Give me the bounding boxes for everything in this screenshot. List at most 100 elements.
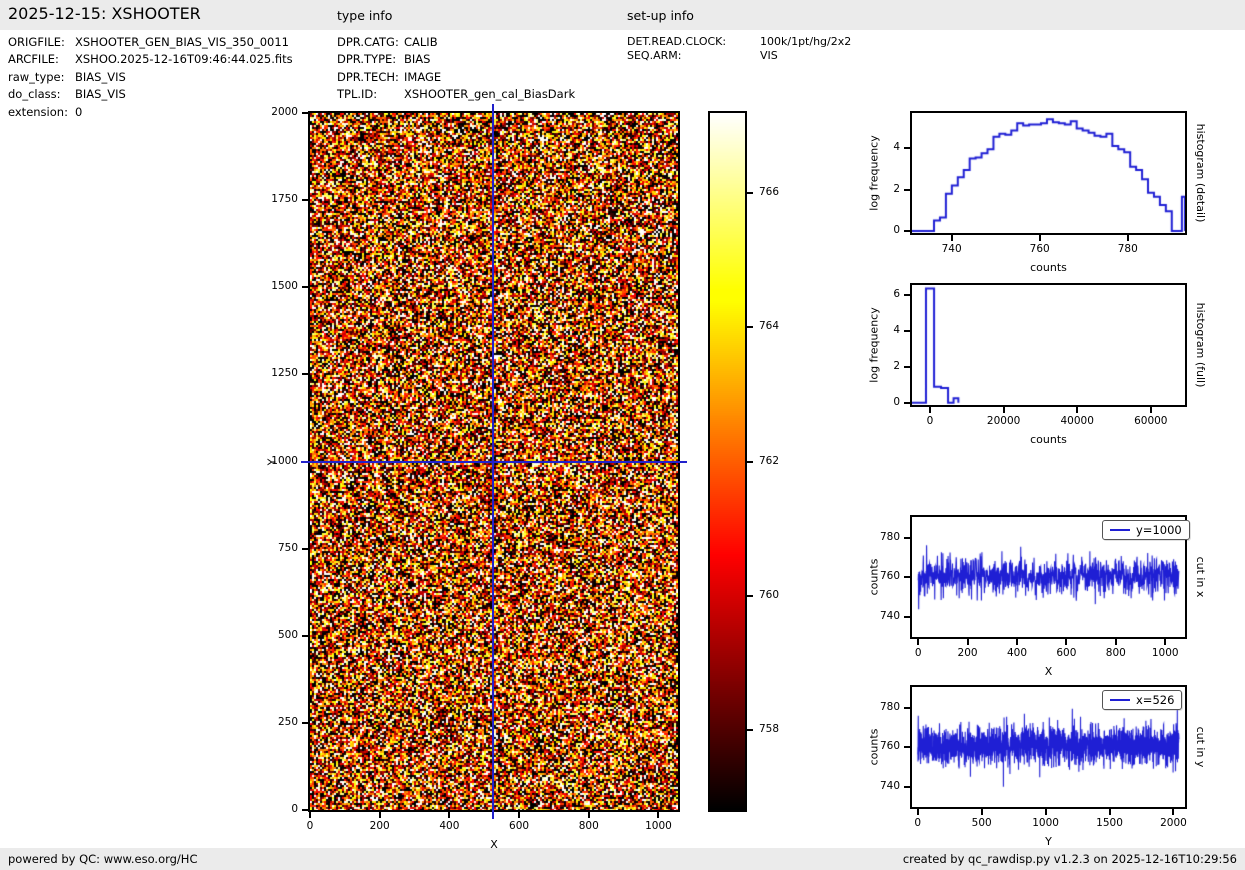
y-tick-label: 1250 bbox=[271, 367, 298, 380]
y-tick-mark bbox=[302, 286, 308, 289]
x-tick-mark bbox=[1002, 407, 1005, 413]
legend-line-sample bbox=[1110, 529, 1130, 531]
colorbar-tick-mark bbox=[747, 326, 753, 329]
colorbar-tick-label: 766 bbox=[759, 186, 780, 199]
y-tick-label: 2000 bbox=[271, 106, 298, 118]
x-tick-label: 1000 bbox=[1151, 647, 1179, 659]
y-tick-mark bbox=[302, 634, 308, 637]
x-tick-mark bbox=[1126, 235, 1129, 241]
y-tick-mark bbox=[302, 199, 308, 202]
x-tick-mark bbox=[1065, 639, 1068, 645]
colorbar-tick-mark bbox=[747, 460, 753, 463]
colorbar-tick-label: 764 bbox=[759, 320, 780, 333]
y-tick-label: 0 bbox=[893, 395, 900, 408]
x-tick-label: 780 bbox=[1117, 243, 1138, 255]
y-tick-label: 6 bbox=[893, 287, 900, 300]
y-tick-label: 750 bbox=[277, 541, 298, 554]
y-tick-mark bbox=[904, 401, 910, 404]
colorbar-canvas bbox=[710, 113, 745, 810]
y-tick-mark bbox=[302, 112, 308, 114]
y-tick-mark bbox=[904, 329, 910, 332]
x-tick-label: 760 bbox=[1029, 243, 1050, 255]
y-tick-mark bbox=[904, 746, 910, 749]
y-tick-mark bbox=[904, 147, 910, 150]
x-tick-mark bbox=[448, 812, 451, 818]
y-tick-mark bbox=[904, 786, 910, 789]
x-tick-mark bbox=[1164, 639, 1167, 645]
y-tick-mark bbox=[302, 373, 308, 376]
colorbar-tick-label: 760 bbox=[759, 588, 780, 601]
footer-powered-by: powered by QC: www.eso.org/HC bbox=[8, 852, 198, 866]
y-tick-label: 1750 bbox=[271, 193, 298, 206]
hist-full bbox=[910, 283, 1187, 407]
x-tick-mark bbox=[980, 809, 983, 815]
y-tick-label: 740 bbox=[879, 610, 900, 623]
y-tick-mark bbox=[904, 536, 910, 539]
legend-line-sample bbox=[1110, 699, 1130, 701]
x-tick-mark bbox=[1149, 407, 1152, 413]
y-tick-mark bbox=[904, 706, 910, 709]
x-axis-label: X bbox=[1044, 665, 1053, 678]
y-tick-mark bbox=[904, 229, 910, 232]
hist-detail bbox=[910, 111, 1187, 235]
y-tick-mark bbox=[904, 188, 910, 191]
x-axis-label: Y bbox=[1045, 835, 1052, 848]
x-tick-label: 60000 bbox=[1134, 415, 1168, 427]
right-axis-label: histogram (full) bbox=[1194, 302, 1207, 388]
x-tick-mark bbox=[309, 812, 311, 818]
y-tick-label: 740 bbox=[879, 780, 900, 793]
x-tick-mark bbox=[1016, 639, 1018, 645]
y-tick-mark bbox=[302, 547, 308, 550]
x-tick-mark bbox=[378, 812, 381, 818]
colorbar-tick-mark bbox=[747, 594, 753, 597]
x-tick-label: 2000 bbox=[1160, 817, 1187, 829]
figure-area: 0 200 400 600 800 1000 0 250 500 750 1000 1250 1500 1… bbox=[0, 0, 1245, 870]
x-tick-mark bbox=[587, 812, 590, 818]
y-axis-label: log frequency bbox=[867, 307, 881, 383]
y-tick-label: 0 bbox=[893, 223, 900, 236]
y-axis-label: log frequency bbox=[867, 135, 881, 211]
colorbar-tick-label: 762 bbox=[759, 454, 780, 467]
x-tick-mark bbox=[1108, 809, 1111, 815]
x-tick-mark bbox=[1038, 235, 1041, 241]
x-tick-mark bbox=[1044, 809, 1047, 815]
x-tick-mark bbox=[916, 809, 919, 815]
right-axis-label: histogram (detail) bbox=[1194, 123, 1207, 223]
y-tick-label: 250 bbox=[277, 715, 298, 728]
y-axis-label: Y bbox=[265, 458, 279, 465]
x-tick-mark bbox=[929, 407, 932, 413]
y-tick-label: 780 bbox=[879, 530, 900, 543]
hist-detail-canvas bbox=[912, 113, 1185, 233]
colorbar-tick-mark bbox=[747, 728, 753, 731]
y-tick-label: 1500 bbox=[271, 280, 298, 293]
x-axis-label: counts bbox=[1030, 261, 1067, 274]
y-tick-mark bbox=[904, 293, 910, 296]
cut-y-legend: x=526 bbox=[1102, 690, 1183, 710]
crosshair-horizontal-line bbox=[301, 460, 687, 463]
y-axis-label: counts bbox=[867, 558, 881, 596]
y-tick-label: 780 bbox=[879, 700, 900, 713]
x-tick-mark bbox=[1076, 407, 1079, 413]
x-tick-mark bbox=[950, 235, 953, 241]
y-axis-label: counts bbox=[867, 728, 881, 766]
y-tick-mark bbox=[302, 809, 308, 811]
x-tick-mark bbox=[657, 812, 660, 818]
legend-label: y=1000 bbox=[1136, 523, 1182, 537]
right-axis-label: cut in x bbox=[1194, 556, 1207, 598]
footer-created-by: created by qc_rawdisp.py v1.2.3 on 2025-… bbox=[902, 852, 1237, 866]
colorbar-tick-mark bbox=[747, 192, 753, 195]
y-tick-label: 500 bbox=[277, 628, 298, 641]
x-tick-mark bbox=[1114, 639, 1117, 645]
cut-x-legend: y=1000 bbox=[1102, 520, 1190, 540]
x-tick-mark bbox=[966, 639, 969, 645]
y-tick-mark bbox=[904, 616, 910, 619]
x-axis-label: counts bbox=[1030, 433, 1067, 446]
y-tick-mark bbox=[904, 576, 910, 579]
y-tick-label: 0 bbox=[291, 803, 298, 815]
right-axis-label: cut in y bbox=[1194, 726, 1207, 768]
colorbar-tick-label: 758 bbox=[759, 722, 780, 735]
x-tick-mark bbox=[917, 639, 920, 645]
x-tick-label: 740 bbox=[941, 243, 962, 255]
y-tick-mark bbox=[904, 365, 910, 368]
y-tick-mark bbox=[302, 721, 308, 724]
